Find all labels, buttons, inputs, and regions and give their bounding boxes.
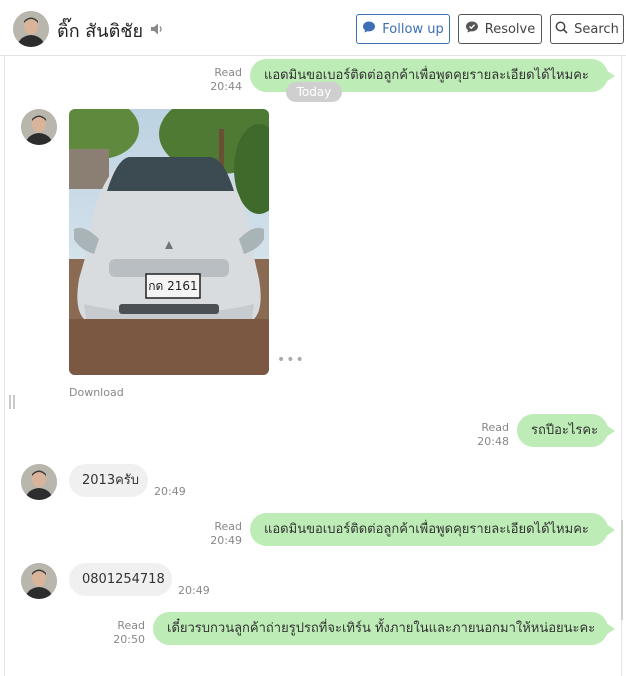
contact-avatar[interactable] <box>21 563 57 599</box>
incoming-message-bubble[interactable]: 2013ครับ <box>69 464 148 497</box>
resolve-icon <box>465 20 479 38</box>
search-icon <box>555 21 568 38</box>
speaker-icon[interactable] <box>150 21 164 40</box>
contact-name: ติ๊ก สันติชัย <box>57 21 144 42</box>
license-plate-text: กด 2161 <box>148 279 197 293</box>
car-photo-attachment[interactable]: กด 2161 <box>69 109 269 375</box>
search-button[interactable]: Search <box>550 14 624 44</box>
read-status: Read <box>117 619 145 632</box>
more-options-icon[interactable]: ••• <box>277 352 305 368</box>
message-time: 20:49 <box>154 485 186 498</box>
follow-up-icon <box>362 20 376 38</box>
read-status: Read <box>214 66 242 79</box>
message-time: 20:44 <box>210 80 242 93</box>
scrollbar[interactable] <box>621 520 623 620</box>
message-meta: Read 20:49 <box>200 520 242 548</box>
outgoing-message-bubble[interactable]: แอดมินขอเบอร์ติดต่อลูกค้าเพื่อพูดคุยรายล… <box>250 513 615 546</box>
message-time: 20:50 <box>113 633 145 646</box>
read-status: Read <box>481 421 509 434</box>
chat-header: ติ๊ก สันติชัย Follow up Resolve Search <box>0 0 626 56</box>
resolve-button[interactable]: Resolve <box>458 14 542 44</box>
panel-resize-handle[interactable] <box>9 395 15 409</box>
message-meta: Read 20:44 <box>200 66 242 94</box>
follow-up-label: Follow up <box>382 21 444 37</box>
message-meta: Read 20:48 <box>467 421 509 449</box>
resolve-label: Resolve <box>484 21 536 37</box>
message-meta: Read 20:50 <box>103 619 145 647</box>
message-time: 20:49 <box>210 534 242 547</box>
outgoing-message-bubble[interactable]: รถปีอะไรคะ <box>517 414 615 447</box>
contact-avatar[interactable] <box>13 11 49 47</box>
message-time: 20:49 <box>178 584 210 597</box>
read-status: Read <box>214 520 242 533</box>
download-link[interactable]: Download <box>69 386 124 399</box>
incoming-message-bubble[interactable]: 0801254718 <box>69 563 172 596</box>
contact-avatar[interactable] <box>21 109 57 145</box>
follow-up-button[interactable]: Follow up <box>356 14 450 44</box>
contact-avatar[interactable] <box>21 464 57 500</box>
search-label: Search <box>574 21 619 37</box>
date-separator: Today <box>286 82 342 102</box>
outgoing-message-bubble[interactable]: เดี๋ยวรบกวนลูกค้าถ่ายรูปรถที่จะเทิร์น ทั… <box>153 612 615 645</box>
message-time: 20:48 <box>477 435 509 448</box>
